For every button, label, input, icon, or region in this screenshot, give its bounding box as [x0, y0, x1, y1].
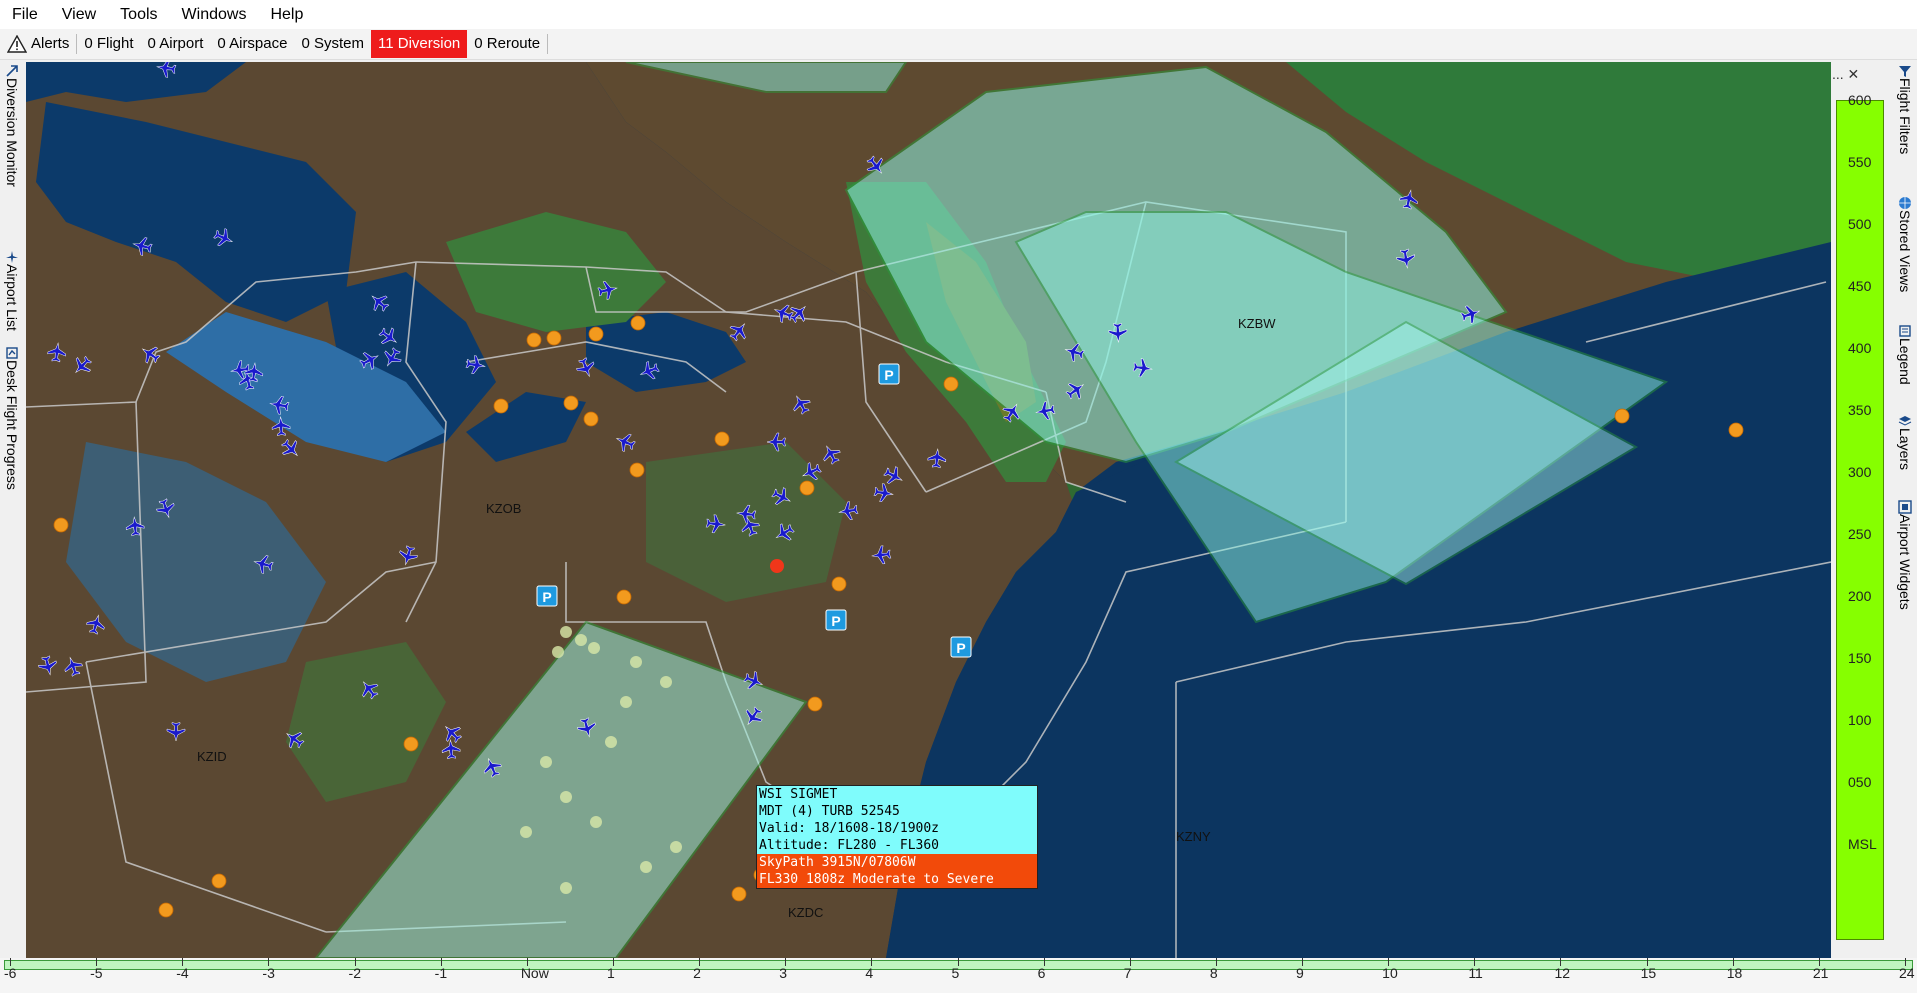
parking-label: P: [884, 367, 893, 383]
menu-bar: File View Tools Windows Help: [0, 0, 1917, 29]
timeline-tick-label: 6: [1037, 965, 1046, 981]
left-tab-strip: Diversion Monitor Airport List Desk Flig…: [0, 62, 24, 958]
tooltip-line: SkyPath 3915N/07806W: [757, 854, 1037, 871]
widget-icon: [1898, 500, 1912, 514]
altitude-tick-label: 050: [1848, 774, 1872, 790]
altitude-panel-controls[interactable]: ... ✕: [1832, 66, 1886, 86]
alert-flight[interactable]: 0 Flight: [77, 30, 140, 58]
timeline-tick-label: -3: [262, 965, 275, 981]
timeline-tick-label: -1: [434, 965, 448, 981]
tab-desk-flight-progress[interactable]: Desk Flight Progress: [0, 346, 24, 490]
tooltip-line: MDT (4) TURB 52545: [757, 803, 1037, 820]
timeline-tick-label: 5: [951, 965, 960, 981]
timeline-tick-label: 3: [779, 965, 788, 981]
timeline-tick-label: -2: [348, 965, 361, 981]
alert-bar: Alerts 0 Flight 0 Airport 0 Airspace 0 S…: [0, 29, 1917, 60]
altitude-tick-label: 300: [1848, 464, 1872, 480]
timeline-tick-label: 12: [1554, 965, 1571, 981]
flight-progress-icon: [6, 347, 18, 359]
timeline-tick-label: 10: [1382, 965, 1398, 981]
center-label-kzob: KZOB: [486, 501, 521, 516]
alerts-button[interactable]: Alerts: [0, 30, 76, 58]
tooltip-line: FL330 1808z Moderate to Severe: [757, 871, 1037, 888]
timeline-tick-label: 7: [1123, 965, 1132, 981]
alert-diversion[interactable]: 11 Diversion: [371, 30, 468, 58]
menu-help[interactable]: Help: [258, 0, 315, 29]
tab-flight-filters[interactable]: Flight Filters: [1893, 64, 1917, 154]
alert-reroute[interactable]: 0 Reroute: [467, 30, 547, 58]
altitude-tick-label: 600: [1848, 92, 1872, 108]
tab-airport-list[interactable]: Airport List: [0, 250, 24, 331]
center-label-kzbw: KZBW: [1238, 316, 1276, 331]
tab-legend[interactable]: Legend: [1893, 324, 1917, 385]
menu-view[interactable]: View: [50, 0, 108, 29]
parking-label: P: [542, 589, 551, 605]
altitude-tick-label: 100: [1848, 712, 1872, 728]
legend-icon: [1899, 325, 1911, 337]
altitude-tick-label: 550: [1848, 154, 1872, 170]
altitude-tick-label: 500: [1848, 216, 1872, 232]
alert-airspace[interactable]: 0 Airspace: [210, 30, 294, 58]
timeline-tick-label: 1: [606, 965, 615, 981]
menu-file[interactable]: File: [0, 0, 50, 29]
warning-icon: [7, 35, 27, 53]
altitude-tick-label: 150: [1848, 650, 1872, 666]
tab-layers[interactable]: Layers: [1893, 414, 1917, 470]
timeline-tick-label: -6: [4, 965, 17, 981]
timeline-tick-label: 15: [1640, 965, 1657, 981]
timeline-tick-label: 11: [1468, 965, 1483, 981]
timeline-tick-label: 2: [693, 965, 701, 981]
tab-airport-widgets[interactable]: Airport Widgets: [1893, 500, 1917, 610]
diversion-icon: [6, 65, 18, 77]
timeline-tick-label: 4: [865, 965, 874, 981]
timeline-tick-label: 8: [1209, 965, 1218, 981]
parking-label: P: [956, 640, 965, 656]
altitude-tick-label: 450: [1848, 278, 1872, 294]
alert-system[interactable]: 0 System: [294, 30, 371, 58]
center-label-kzid: KZID: [197, 749, 227, 764]
altitude-tick-label: 200: [1848, 588, 1872, 604]
globe-icon: [1899, 197, 1911, 209]
tooltip-line: WSI SIGMET: [757, 786, 1037, 803]
tab-stored-views[interactable]: Stored Views: [1893, 196, 1917, 292]
center-label-kzny: KZNY: [1176, 829, 1211, 844]
divider: [547, 34, 549, 54]
sigmet-tooltip: WSI SIGMET MDT (4) TURB 52545 Valid: 18/…: [756, 785, 1038, 889]
timeline-tick-label: Now: [520, 965, 549, 981]
tooltip-line: Valid: 18/1608-18/1900z: [757, 820, 1037, 837]
tooltip-line: Altitude: FL280 - FL360: [757, 837, 1037, 854]
center-label-kzdc: KZDC: [788, 905, 823, 920]
right-tab-strip: Flight Filters Stored Views Legend Layer…: [1891, 62, 1917, 958]
timeline-tick-label: 21: [1812, 965, 1829, 981]
alert-airport[interactable]: 0 Airport: [141, 30, 211, 58]
tab-diversion-monitor[interactable]: Diversion Monitor: [0, 64, 24, 187]
layers-icon: [1898, 416, 1912, 426]
altitude-tick-label: 250: [1848, 526, 1872, 542]
weather-map[interactable]: P P P P KZBW KZOB KZID KZDC KZNY WSI SIG…: [26, 62, 1831, 958]
timeline-tick-label: 24: [1899, 965, 1915, 981]
parking-label: P: [831, 613, 840, 629]
timeline-tick-label: -4: [176, 965, 189, 981]
altitude-tick-label: MSL: [1848, 836, 1877, 852]
timeline-tick-label: 9: [1296, 965, 1304, 981]
altitude-tick-label: 350: [1848, 402, 1872, 418]
altitude-tick-label: 400: [1848, 340, 1872, 356]
menu-windows[interactable]: Windows: [170, 0, 259, 29]
timeline-tick-label: 18: [1726, 965, 1743, 981]
timeline-tick-label: -5: [90, 965, 103, 981]
filter-icon: [1899, 66, 1911, 77]
menu-tools[interactable]: Tools: [108, 0, 169, 29]
alerts-label: Alerts: [31, 35, 70, 52]
airport-icon: [6, 251, 18, 263]
